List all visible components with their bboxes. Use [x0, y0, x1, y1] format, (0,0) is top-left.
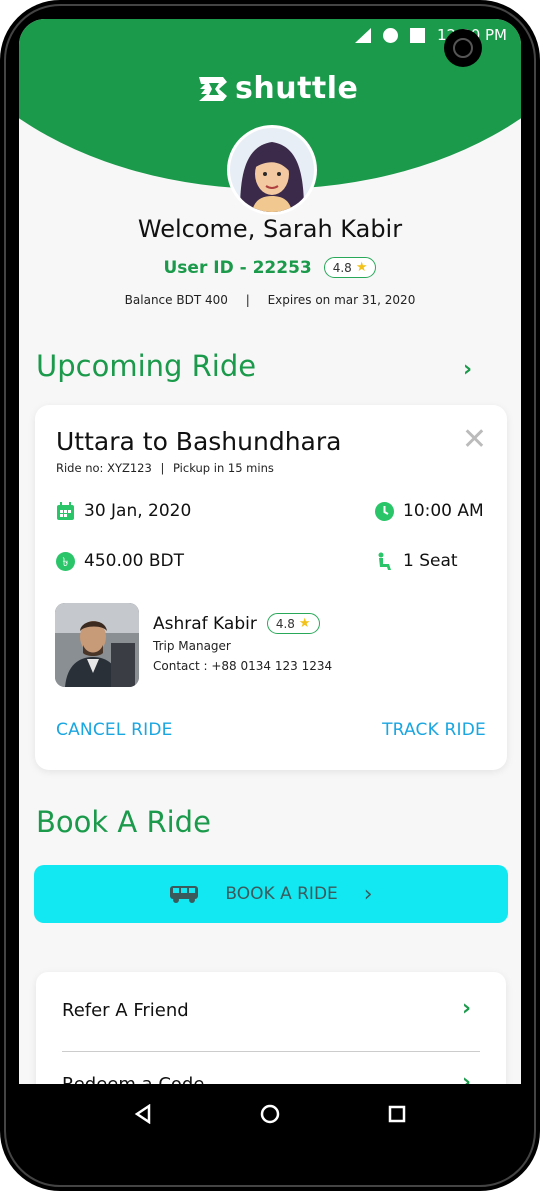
seat-icon [378, 552, 391, 570]
clock-icon [375, 501, 394, 521]
app-screen: 12:30 PM shuttle Welcome, Sarah Kabir [19, 19, 521, 1084]
pickup-eta: Pickup in 15 mins [173, 461, 274, 475]
cancel-ride-button[interactable]: CANCEL RIDE [56, 720, 173, 740]
book-ride-title: Book A Ride [36, 805, 211, 839]
ride-seats: 1 Seat [375, 551, 458, 571]
upcoming-ride-title: Upcoming Ride [36, 349, 257, 383]
system-nav-bar [0, 1084, 540, 1144]
ride-route: Uttara to Bashundhara [56, 427, 342, 456]
user-id: User ID - 22253 [163, 257, 312, 278]
ride-date-value: 30 Jan, 2020 [84, 501, 192, 521]
user-rating-badge: 4.8 ★ [323, 257, 377, 278]
back-icon[interactable] [128, 1099, 158, 1129]
user-avatar-illustration [230, 128, 314, 212]
ride-fare: ৳ 450.00 BDT [56, 551, 184, 571]
shuttle-logo-icon [199, 76, 227, 101]
driver-role: Trip Manager [153, 639, 231, 653]
ride-time: 10:00 AM [375, 501, 484, 521]
ride-number: Ride no: XYZ123 [56, 461, 152, 475]
calendar-icon [57, 501, 74, 520]
upcoming-ride-chevron-icon[interactable]: › [463, 357, 472, 382]
driver-name-row: Ashraf Kabir 4.8 ★ [153, 613, 320, 634]
driver-rating-badge: 4.8 ★ [266, 613, 320, 634]
ride-date: 30 Jan, 2020 [56, 501, 191, 521]
menu-card: Refer A Friend › Redeem a Code › [36, 972, 506, 1084]
app-logo: shuttle [197, 71, 358, 106]
svg-text:৳: ৳ [63, 555, 69, 569]
upcoming-ride-card: Uttara to Bashundhara Ride no: XYZ123 | … [35, 405, 507, 770]
battery-icon [410, 27, 426, 43]
balance-row: Balance BDT 400 | Expires on mar 31, 202… [19, 293, 521, 307]
signal-icon [355, 27, 372, 43]
star-icon: ★ [355, 260, 368, 275]
star-icon: ★ [298, 616, 311, 631]
status-bar: 12:30 PM [355, 24, 507, 46]
book-ride-label: BOOK A RIDE [225, 884, 338, 904]
user-avatar[interactable] [227, 125, 317, 215]
ride-subtitle-separator: | [160, 461, 165, 475]
phone-frame: 12:30 PM shuttle Welcome, Sarah Kabir [0, 0, 540, 1191]
bus-icon [170, 886, 199, 903]
wifi-icon [383, 27, 399, 43]
menu-divider [62, 1051, 480, 1052]
ride-fare-value: 450.00 BDT [84, 551, 185, 571]
expiry-text: Expires on mar 31, 2020 [267, 293, 416, 307]
currency-icon: ৳ [56, 551, 75, 571]
close-icon[interactable]: ✕ [462, 425, 487, 455]
welcome-heading: Welcome, Sarah Kabir [137, 215, 403, 243]
chevron-right-icon[interactable]: › [462, 1070, 471, 1084]
ride-subtitle: Ride no: XYZ123 | Pickup in 15 mins [56, 461, 274, 475]
menu-item-redeem-code[interactable]: Redeem a Code [62, 1074, 204, 1084]
chevron-right-icon: › [363, 881, 373, 907]
user-rating-value: 4.8 [332, 260, 352, 275]
ride-seats-value: 1 Seat [403, 551, 458, 571]
front-camera [444, 29, 482, 67]
driver-contact: Contact : +88 0134 123 1234 [153, 659, 333, 673]
user-id-row: User ID - 22253 4.8 ★ [19, 257, 521, 278]
home-icon[interactable] [255, 1099, 285, 1129]
recents-icon[interactable] [382, 1099, 412, 1129]
driver-rating-value: 4.8 [275, 616, 295, 631]
driver-name: Ashraf Kabir [153, 613, 257, 634]
book-ride-button[interactable]: BOOK A RIDE › [34, 865, 508, 923]
ride-time-value: 10:00 AM [403, 501, 484, 521]
balance-separator: | [245, 293, 250, 307]
app-logo-text: shuttle [235, 71, 359, 106]
track-ride-button[interactable]: TRACK RIDE [382, 720, 486, 740]
menu-item-refer-friend[interactable]: Refer A Friend [62, 1000, 189, 1021]
balance-text: Balance BDT 400 [124, 293, 228, 307]
driver-photo [55, 603, 139, 687]
chevron-right-icon[interactable]: › [462, 996, 471, 1021]
